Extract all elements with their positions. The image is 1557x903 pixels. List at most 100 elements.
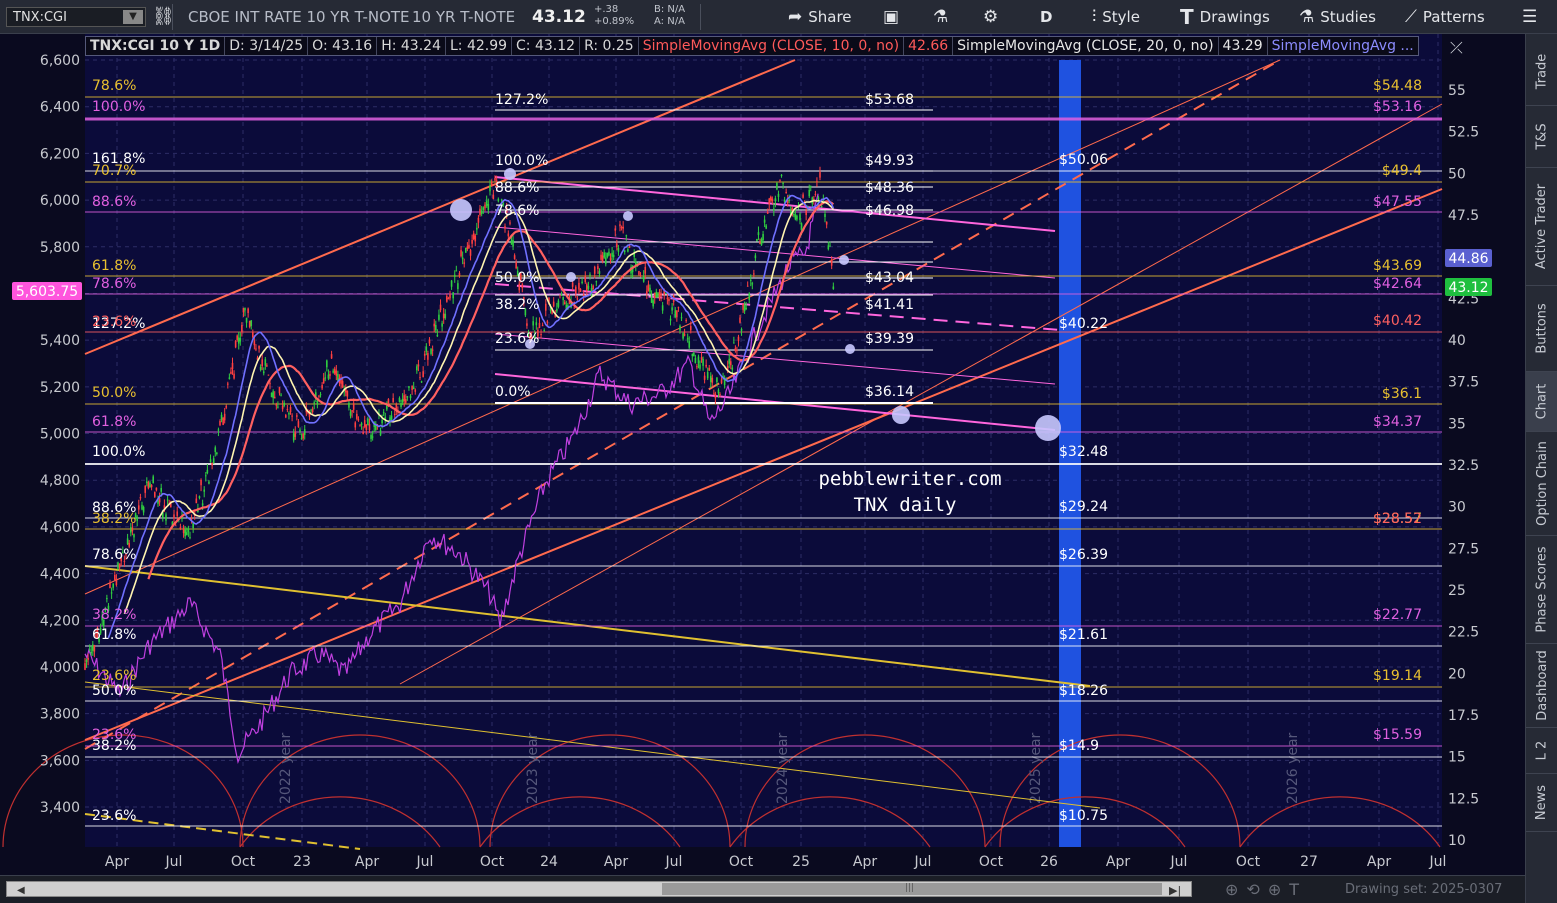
studies-button[interactable]: ⚗ Studies: [1299, 6, 1376, 28]
candle-body: [638, 271, 640, 275]
candle-body: [507, 233, 510, 237]
sidebar-tab-news[interactable]: News: [1526, 774, 1557, 832]
left-pct-label: 23.6%: [92, 668, 136, 684]
sidebar-tab-chart[interactable]: Chart: [1526, 372, 1557, 432]
crosshair-off-icon[interactable]: ⤫: [1450, 38, 1463, 58]
toolbar: TNX:CGI ▼ ⛓ CBOE INT RATE 10 YR T-NOTE 1…: [0, 0, 1557, 34]
patterns-button[interactable]: ⟋ Patterns: [1405, 6, 1485, 28]
right-level-label: $15.59: [1373, 727, 1422, 743]
candle-body: [660, 293, 662, 296]
sidebar-tab-trade[interactable]: Trade: [1526, 38, 1557, 106]
text-tool-icon[interactable]: T: [1289, 880, 1307, 899]
flask-button[interactable]: ⚗: [933, 6, 948, 28]
candle-body: [332, 370, 334, 373]
chevron-down-icon[interactable]: ▼: [123, 10, 143, 24]
sidebar-tab-buttons[interactable]: Buttons: [1526, 286, 1557, 372]
candle-body: [562, 297, 564, 301]
candle-body: [762, 234, 764, 241]
candle-body: [149, 482, 151, 488]
right-axis-tick: 20: [1448, 666, 1466, 682]
candle-body: [597, 266, 599, 269]
candle-body: [330, 354, 333, 359]
candle-body: [779, 179, 781, 181]
pan-icon[interactable]: ⟲: [1246, 880, 1267, 899]
candle-body: [652, 300, 654, 307]
sidebar-tab-dashboard[interactable]: Dashboard: [1526, 644, 1557, 728]
timeframe-button[interactable]: D: [1040, 6, 1052, 28]
candle-body: [819, 172, 821, 178]
candle-body: [512, 240, 514, 247]
candle-body: [403, 395, 406, 402]
candle-body: [182, 527, 185, 534]
time-scrollbar[interactable]: ◀ ||| ▶| ⊕⟲⊕T Drawing set: 2025-0307: [0, 875, 1525, 903]
candle-body: [702, 359, 704, 366]
candle-body: [223, 413, 226, 421]
candle-body: [160, 488, 162, 492]
settings-button[interactable]: ⚙: [983, 6, 998, 28]
candle-body: [195, 498, 198, 504]
info-open: O: 43.16: [308, 37, 378, 55]
style-button[interactable]: ⫶ Style: [1092, 6, 1140, 28]
study-sma10[interactable]: SimpleMovingAvg (CLOSE, 10, 0, no): [639, 37, 905, 55]
candle-body: [189, 537, 191, 539]
candle-body: [144, 486, 146, 493]
zoom-tools[interactable]: ⊕⟲⊕T: [1225, 880, 1307, 899]
candle-body: [717, 389, 720, 394]
left-axis-tick: 6,000: [40, 193, 80, 209]
scroll-track[interactable]: ◀ ||| ▶|: [6, 881, 1192, 897]
grid-layout-button[interactable]: ▣: [883, 6, 899, 28]
candle-body: [800, 223, 803, 231]
sidebar-tab-phase-scores[interactable]: Phase Scores: [1526, 536, 1557, 644]
fib-pct-label: 50.0%: [495, 270, 539, 286]
chart-area[interactable]: 2022 year2023 year2024 year2025 year2026…: [0, 34, 1525, 875]
menu-button[interactable]: ☰: [1522, 6, 1537, 28]
right-axis-tick: 22.5: [1448, 625, 1479, 641]
sidebar-tab-active-trader[interactable]: Active Trader: [1526, 168, 1557, 286]
candle-body: [187, 528, 190, 533]
patterns-label: Patterns: [1422, 8, 1485, 26]
net-change-pct: +0.89%: [594, 16, 635, 27]
candle-body: [490, 182, 493, 187]
candle-body: [447, 298, 450, 300]
candle-body: [294, 432, 297, 437]
candle-body: [756, 238, 758, 241]
info-range: R: 0.25: [580, 37, 639, 55]
candle-body: [252, 332, 254, 338]
x-axis-tick: 26: [1040, 854, 1058, 870]
candle-body: [204, 475, 207, 477]
pivot-marker: [845, 344, 855, 354]
candle-body: [92, 644, 94, 651]
sidebar-tab-l-2[interactable]: L 2: [1526, 728, 1557, 774]
scroll-left-icon[interactable]: ◀: [17, 885, 25, 896]
price-badge-label: 43.12: [1448, 280, 1488, 296]
candle-body: [543, 330, 546, 332]
candle-body: [262, 371, 265, 374]
sidebar-tab-option-chain[interactable]: Option Chain: [1526, 432, 1557, 536]
crosshair-icon[interactable]: ⊕: [1268, 880, 1289, 899]
chart-canvas[interactable]: 2022 year2023 year2024 year2025 year2026…: [0, 34, 1525, 875]
scroll-right-icon[interactable]: ▶|: [1169, 884, 1181, 897]
left-pct-label: 50.0%: [92, 385, 136, 401]
study-sma3[interactable]: SimpleMovingAvg ...: [1268, 37, 1418, 55]
study-sma20[interactable]: SimpleMovingAvg (CLOSE, 20, 0, no): [953, 37, 1219, 55]
candle-body: [492, 194, 495, 200]
candle-body: [400, 403, 402, 407]
candle-body: [141, 504, 143, 510]
candle-body: [219, 420, 221, 426]
candle-body: [173, 514, 175, 519]
zoom-icon[interactable]: ⊕: [1225, 880, 1246, 899]
symbol-selector[interactable]: TNX:CGI ▼: [6, 7, 146, 27]
share-button[interactable]: ➦ Share: [788, 6, 852, 28]
candle-body: [326, 360, 328, 368]
sidebar-tab-label: Chart: [1534, 383, 1550, 420]
candle-body: [743, 305, 746, 312]
candle-body: [824, 213, 826, 217]
x-axis-tick: 25: [792, 854, 810, 870]
drawings-button[interactable]: T Drawings: [1180, 5, 1270, 29]
candle-body: [552, 301, 555, 307]
sidebar-tab-label: Trade: [1534, 53, 1550, 90]
candle-body: [349, 411, 352, 416]
sidebar-tab-t-s[interactable]: T&S: [1526, 106, 1557, 168]
candle-body: [114, 575, 116, 580]
candle-body: [595, 281, 598, 283]
